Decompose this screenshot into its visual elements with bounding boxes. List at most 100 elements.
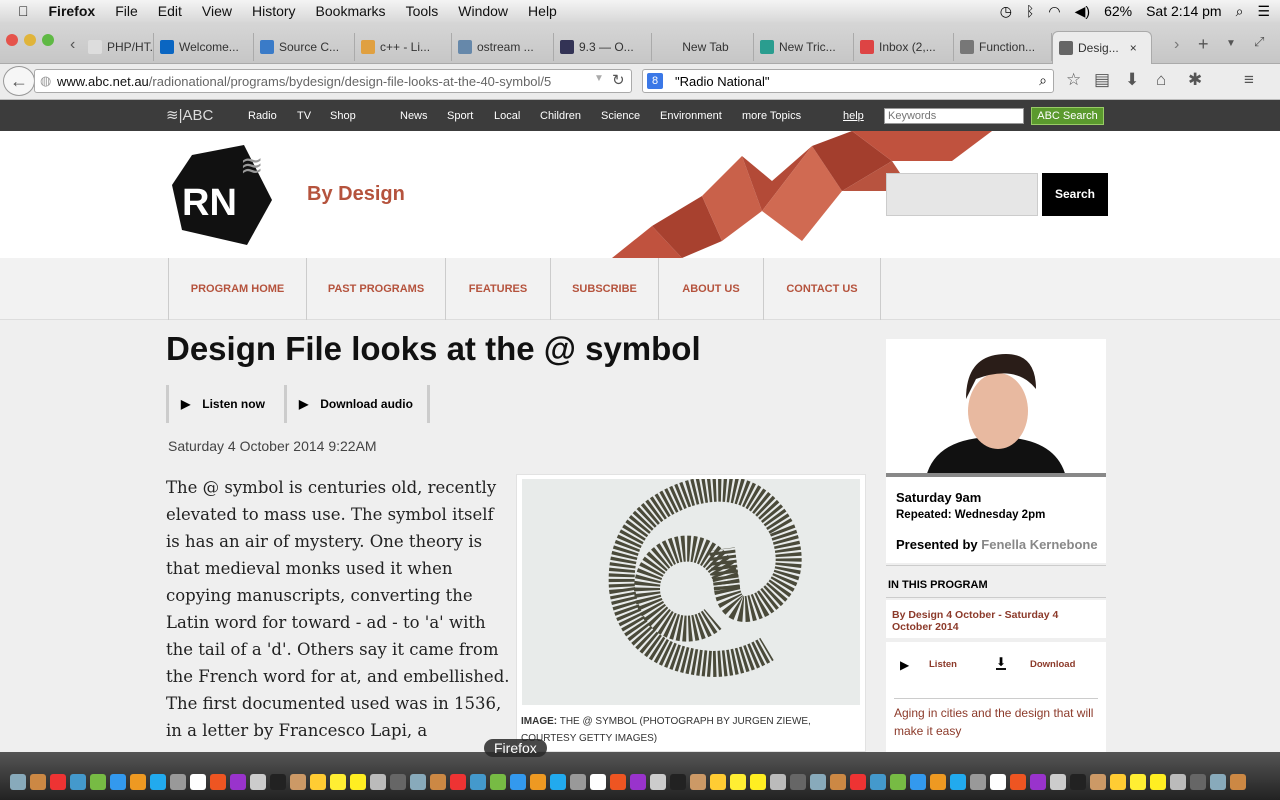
dock-app-icon[interactable] (1130, 774, 1146, 790)
tab[interactable]: Inbox (2,... (854, 33, 954, 61)
dock-app-icon[interactable] (1230, 774, 1246, 790)
dock-app-icon[interactable] (430, 774, 446, 790)
dock-app-icon[interactable] (670, 774, 686, 790)
menu-history[interactable]: History (252, 3, 296, 19)
dock-app-icon[interactable] (450, 774, 466, 790)
notifications-icon[interactable]: ☰ (1257, 3, 1270, 20)
close-window-button[interactable] (6, 34, 18, 46)
dock-app-icon[interactable] (10, 774, 26, 790)
bluetooth-icon[interactable]: ᛒ (1026, 3, 1034, 19)
program-search-button[interactable]: Search (1042, 173, 1108, 216)
menu-past-programs[interactable]: PAST PROGRAMS (306, 258, 445, 320)
download-icon[interactable]: ⬇ (996, 656, 1007, 670)
bookmark-star-icon[interactable]: ☆ (1066, 70, 1081, 90)
dock-app-icon[interactable] (690, 774, 706, 790)
menu-app[interactable]: Firefox (49, 3, 96, 19)
dock-app-icon[interactable] (990, 774, 1006, 790)
dock-app-icon[interactable] (410, 774, 426, 790)
menu-features[interactable]: FEATURES (445, 258, 550, 320)
listen-now-button[interactable]: ▶ Listen now (166, 385, 284, 423)
listen-link[interactable]: Listen (929, 659, 957, 670)
apple-icon[interactable]:  (18, 3, 29, 19)
tab[interactable]: PHP/HT... (82, 33, 154, 61)
dock-app-icon[interactable] (1110, 774, 1126, 790)
abc-link-local[interactable]: Local (494, 110, 520, 122)
tab[interactable]: New Tric... (754, 33, 854, 61)
abc-link-tv[interactable]: TV (297, 110, 311, 122)
dock-app-icon[interactable] (350, 774, 366, 790)
tab-scroll-left-icon[interactable]: ‹ (70, 36, 75, 54)
dock-app-icon[interactable] (250, 774, 266, 790)
dock-app-icon[interactable] (710, 774, 726, 790)
reload-icon[interactable]: ↻ (612, 71, 625, 89)
extension-icon[interactable]: ✱ (1188, 70, 1202, 90)
dock-app-icon[interactable] (910, 774, 926, 790)
back-button[interactable]: ← (3, 66, 35, 96)
dock-app-icon[interactable] (470, 774, 486, 790)
close-tab-icon[interactable]: × (1130, 41, 1137, 55)
dock-app-icon[interactable] (370, 774, 386, 790)
tab[interactable]: ostream ... (452, 33, 554, 61)
menu-about-us[interactable]: ABOUT US (658, 258, 763, 320)
new-tab-icon[interactable]: + (1198, 34, 1209, 55)
play-icon[interactable]: ▶ (900, 658, 909, 672)
download-icon[interactable]: ⬇ (1125, 70, 1139, 90)
home-icon[interactable]: ⌂ (1156, 70, 1166, 90)
rn-logo[interactable]: RN ≋ (172, 145, 292, 245)
download-link[interactable]: Download (1030, 659, 1075, 670)
reading-list-icon[interactable]: ▤ (1094, 70, 1110, 90)
battery-status[interactable]: 62% (1104, 3, 1132, 19)
tab[interactable]: New Tab (652, 33, 754, 61)
dock-app-icon[interactable] (230, 774, 246, 790)
dock-app-icon[interactable] (970, 774, 986, 790)
menu-edit[interactable]: Edit (158, 3, 182, 19)
tab[interactable]: Welcome... (154, 33, 254, 61)
menu-subscribe[interactable]: SUBSCRIBE (550, 258, 658, 320)
menu-file[interactable]: File (115, 3, 138, 19)
menu-program-home[interactable]: PROGRAM HOME (168, 258, 306, 320)
dock-app-icon[interactable] (90, 774, 106, 790)
dock-app-icon[interactable] (70, 774, 86, 790)
dock-app-icon[interactable] (490, 774, 506, 790)
dock-app-icon[interactable] (810, 774, 826, 790)
search-icon[interactable]: ⌕ (1039, 72, 1047, 89)
dock-app-icon[interactable] (390, 774, 406, 790)
url-dropdown-icon[interactable]: ▼ (594, 73, 604, 84)
zoom-window-button[interactable] (42, 34, 54, 46)
tab[interactable]: Function... (954, 33, 1052, 61)
dock-app-icon[interactable] (210, 774, 226, 790)
dock-app-icon[interactable] (30, 774, 46, 790)
dock-app-icon[interactable] (310, 774, 326, 790)
dock-app-icon[interactable] (150, 774, 166, 790)
dock-app-icon[interactable] (790, 774, 806, 790)
dock-app-icon[interactable] (130, 774, 146, 790)
episode-link[interactable]: By Design 4 October - Saturday 4 October… (886, 600, 1106, 638)
dock-app-icon[interactable] (590, 774, 606, 790)
spotlight-icon[interactable]: ⌕ (1236, 3, 1244, 20)
keywords-input[interactable] (884, 108, 1024, 124)
minimize-window-button[interactable] (24, 34, 36, 46)
search-bar[interactable]: 8 "Radio National" ⌕ (642, 69, 1054, 93)
dock-app-icon[interactable] (1210, 774, 1226, 790)
dock-app-icon[interactable] (530, 774, 546, 790)
dock-app-icon[interactable] (650, 774, 666, 790)
dock-app-icon[interactable] (730, 774, 746, 790)
dock-app-icon[interactable] (610, 774, 626, 790)
abc-link-radio[interactable]: Radio (248, 110, 277, 122)
dock-app-icon[interactable] (870, 774, 886, 790)
fullscreen-icon[interactable]: ⤢ (1254, 34, 1264, 50)
menu-tools[interactable]: Tools (406, 3, 439, 19)
dock-app-icon[interactable] (110, 774, 126, 790)
dock-app-icon[interactable] (1010, 774, 1026, 790)
clock[interactable]: Sat 2:14 pm (1146, 3, 1222, 19)
abc-search-button[interactable]: ABC Search (1031, 107, 1104, 125)
dock-app-icon[interactable] (890, 774, 906, 790)
tab[interactable]: Desig... × (1052, 31, 1152, 64)
time-machine-icon[interactable]: ◷ (1000, 3, 1012, 20)
story-link[interactable]: Aging in cities and the design that will… (894, 704, 1098, 740)
volume-icon[interactable]: ◀) (1075, 3, 1090, 20)
tab[interactable]: 9.3 — O... (554, 33, 652, 61)
menu-window[interactable]: Window (458, 3, 508, 19)
download-audio-button[interactable]: ▶ Download audio (284, 385, 430, 423)
dock-app-icon[interactable] (1070, 774, 1086, 790)
